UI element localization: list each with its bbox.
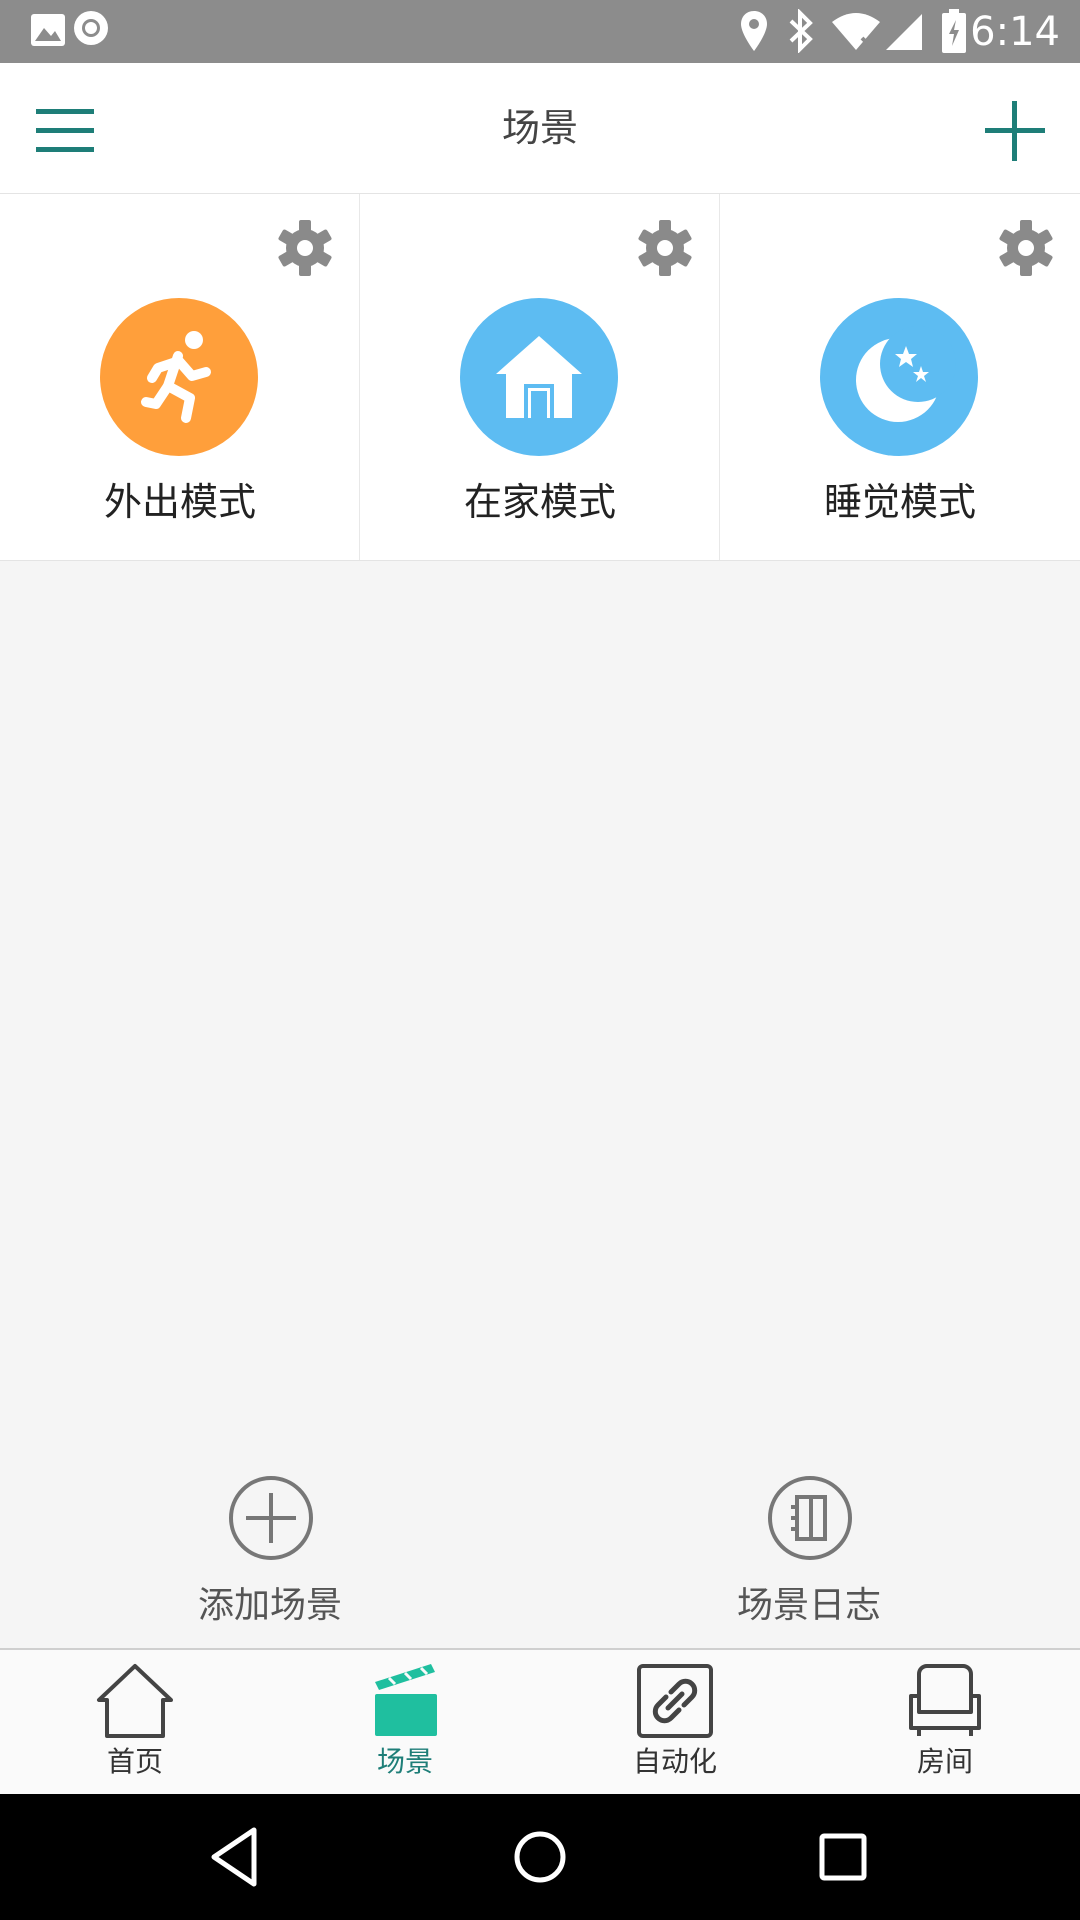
record-notification-icon	[74, 11, 108, 45]
scene-list: 外出模式 在家模式 睡觉模式	[0, 194, 1080, 561]
gear-icon[interactable]	[635, 218, 695, 278]
app-bar: 场景	[0, 63, 1080, 194]
scene-label: 外出模式	[103, 480, 256, 524]
battery-icon	[942, 9, 966, 53]
recents-icon[interactable]	[808, 1822, 878, 1892]
scene-icon-circle	[460, 298, 618, 456]
log-book-icon	[768, 1476, 852, 1560]
nav-item-room[interactable]: 房间	[845, 1650, 1045, 1794]
link-icon	[637, 1664, 713, 1738]
scene-icon-circle	[100, 298, 258, 456]
status-time: 6:14	[970, 9, 1060, 55]
page-title: 场景	[501, 106, 578, 150]
gear-icon[interactable]	[275, 218, 335, 278]
bluetooth-icon	[789, 9, 813, 53]
scene-label: 在家模式	[463, 480, 616, 524]
system-nav-bar	[0, 1794, 1080, 1920]
scene-card-sleep[interactable]: 睡觉模式	[720, 194, 1080, 560]
status-bar: 6:14	[0, 0, 1080, 63]
gear-icon[interactable]	[996, 218, 1056, 278]
clapperboard-icon	[375, 1664, 437, 1736]
nav-item-scene[interactable]: 场景	[305, 1650, 505, 1794]
scene-icon-circle	[820, 298, 978, 456]
signal-icon	[886, 14, 922, 50]
add-scene-label: 添加场景	[197, 1585, 342, 1626]
add-scene-button[interactable]: 添加场景	[120, 1475, 420, 1645]
nav-item-automation[interactable]: 自动化	[575, 1650, 775, 1794]
nav-label-automation: 自动化	[632, 1745, 717, 1778]
sofa-icon	[909, 1664, 981, 1736]
scene-log-label: 场景日志	[736, 1585, 881, 1626]
scene-card-home[interactable]: 在家模式	[360, 194, 720, 560]
scene-card-away[interactable]: 外出模式	[0, 194, 360, 560]
back-icon[interactable]	[200, 1822, 270, 1892]
home-circle-icon[interactable]	[505, 1822, 575, 1892]
house-icon	[496, 336, 582, 418]
scene-log-button[interactable]: 场景日志	[659, 1475, 959, 1645]
moon-stars-icon	[856, 326, 956, 422]
scene-label: 睡觉模式	[823, 480, 976, 524]
wifi-icon	[832, 13, 880, 50]
running-person-icon	[141, 331, 211, 423]
home-icon	[97, 1664, 173, 1738]
nav-label-room: 房间	[916, 1745, 973, 1778]
bottom-nav: 首页 场景 自动化 房间	[0, 1648, 1080, 1794]
image-notification-icon	[31, 14, 65, 46]
nav-label-home: 首页	[106, 1745, 163, 1778]
nav-item-home[interactable]: 首页	[35, 1650, 235, 1794]
nav-label-scene: 场景	[376, 1745, 433, 1778]
add-circle-icon	[229, 1476, 313, 1560]
add-scene-plus-icon[interactable]	[975, 91, 1055, 171]
location-icon	[741, 11, 767, 51]
